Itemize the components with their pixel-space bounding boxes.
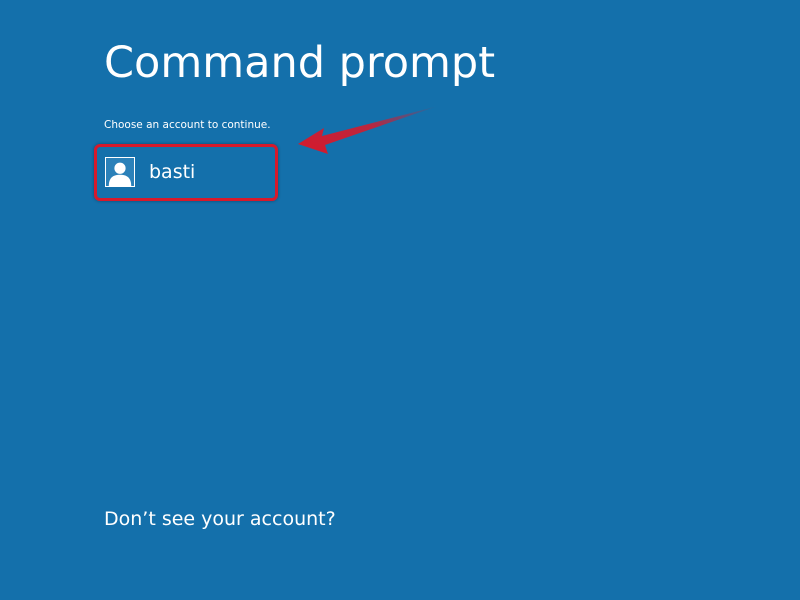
choose-account-instruction: Choose an account to continue.	[104, 119, 271, 131]
dont-see-account-link[interactable]: Don’t see your account?	[104, 508, 336, 530]
account-tile-basti[interactable]: basti	[94, 144, 278, 201]
annotation-arrow-icon	[298, 106, 438, 154]
user-icon	[105, 157, 135, 187]
account-name: basti	[149, 161, 196, 183]
page-title: Command prompt	[104, 38, 496, 88]
